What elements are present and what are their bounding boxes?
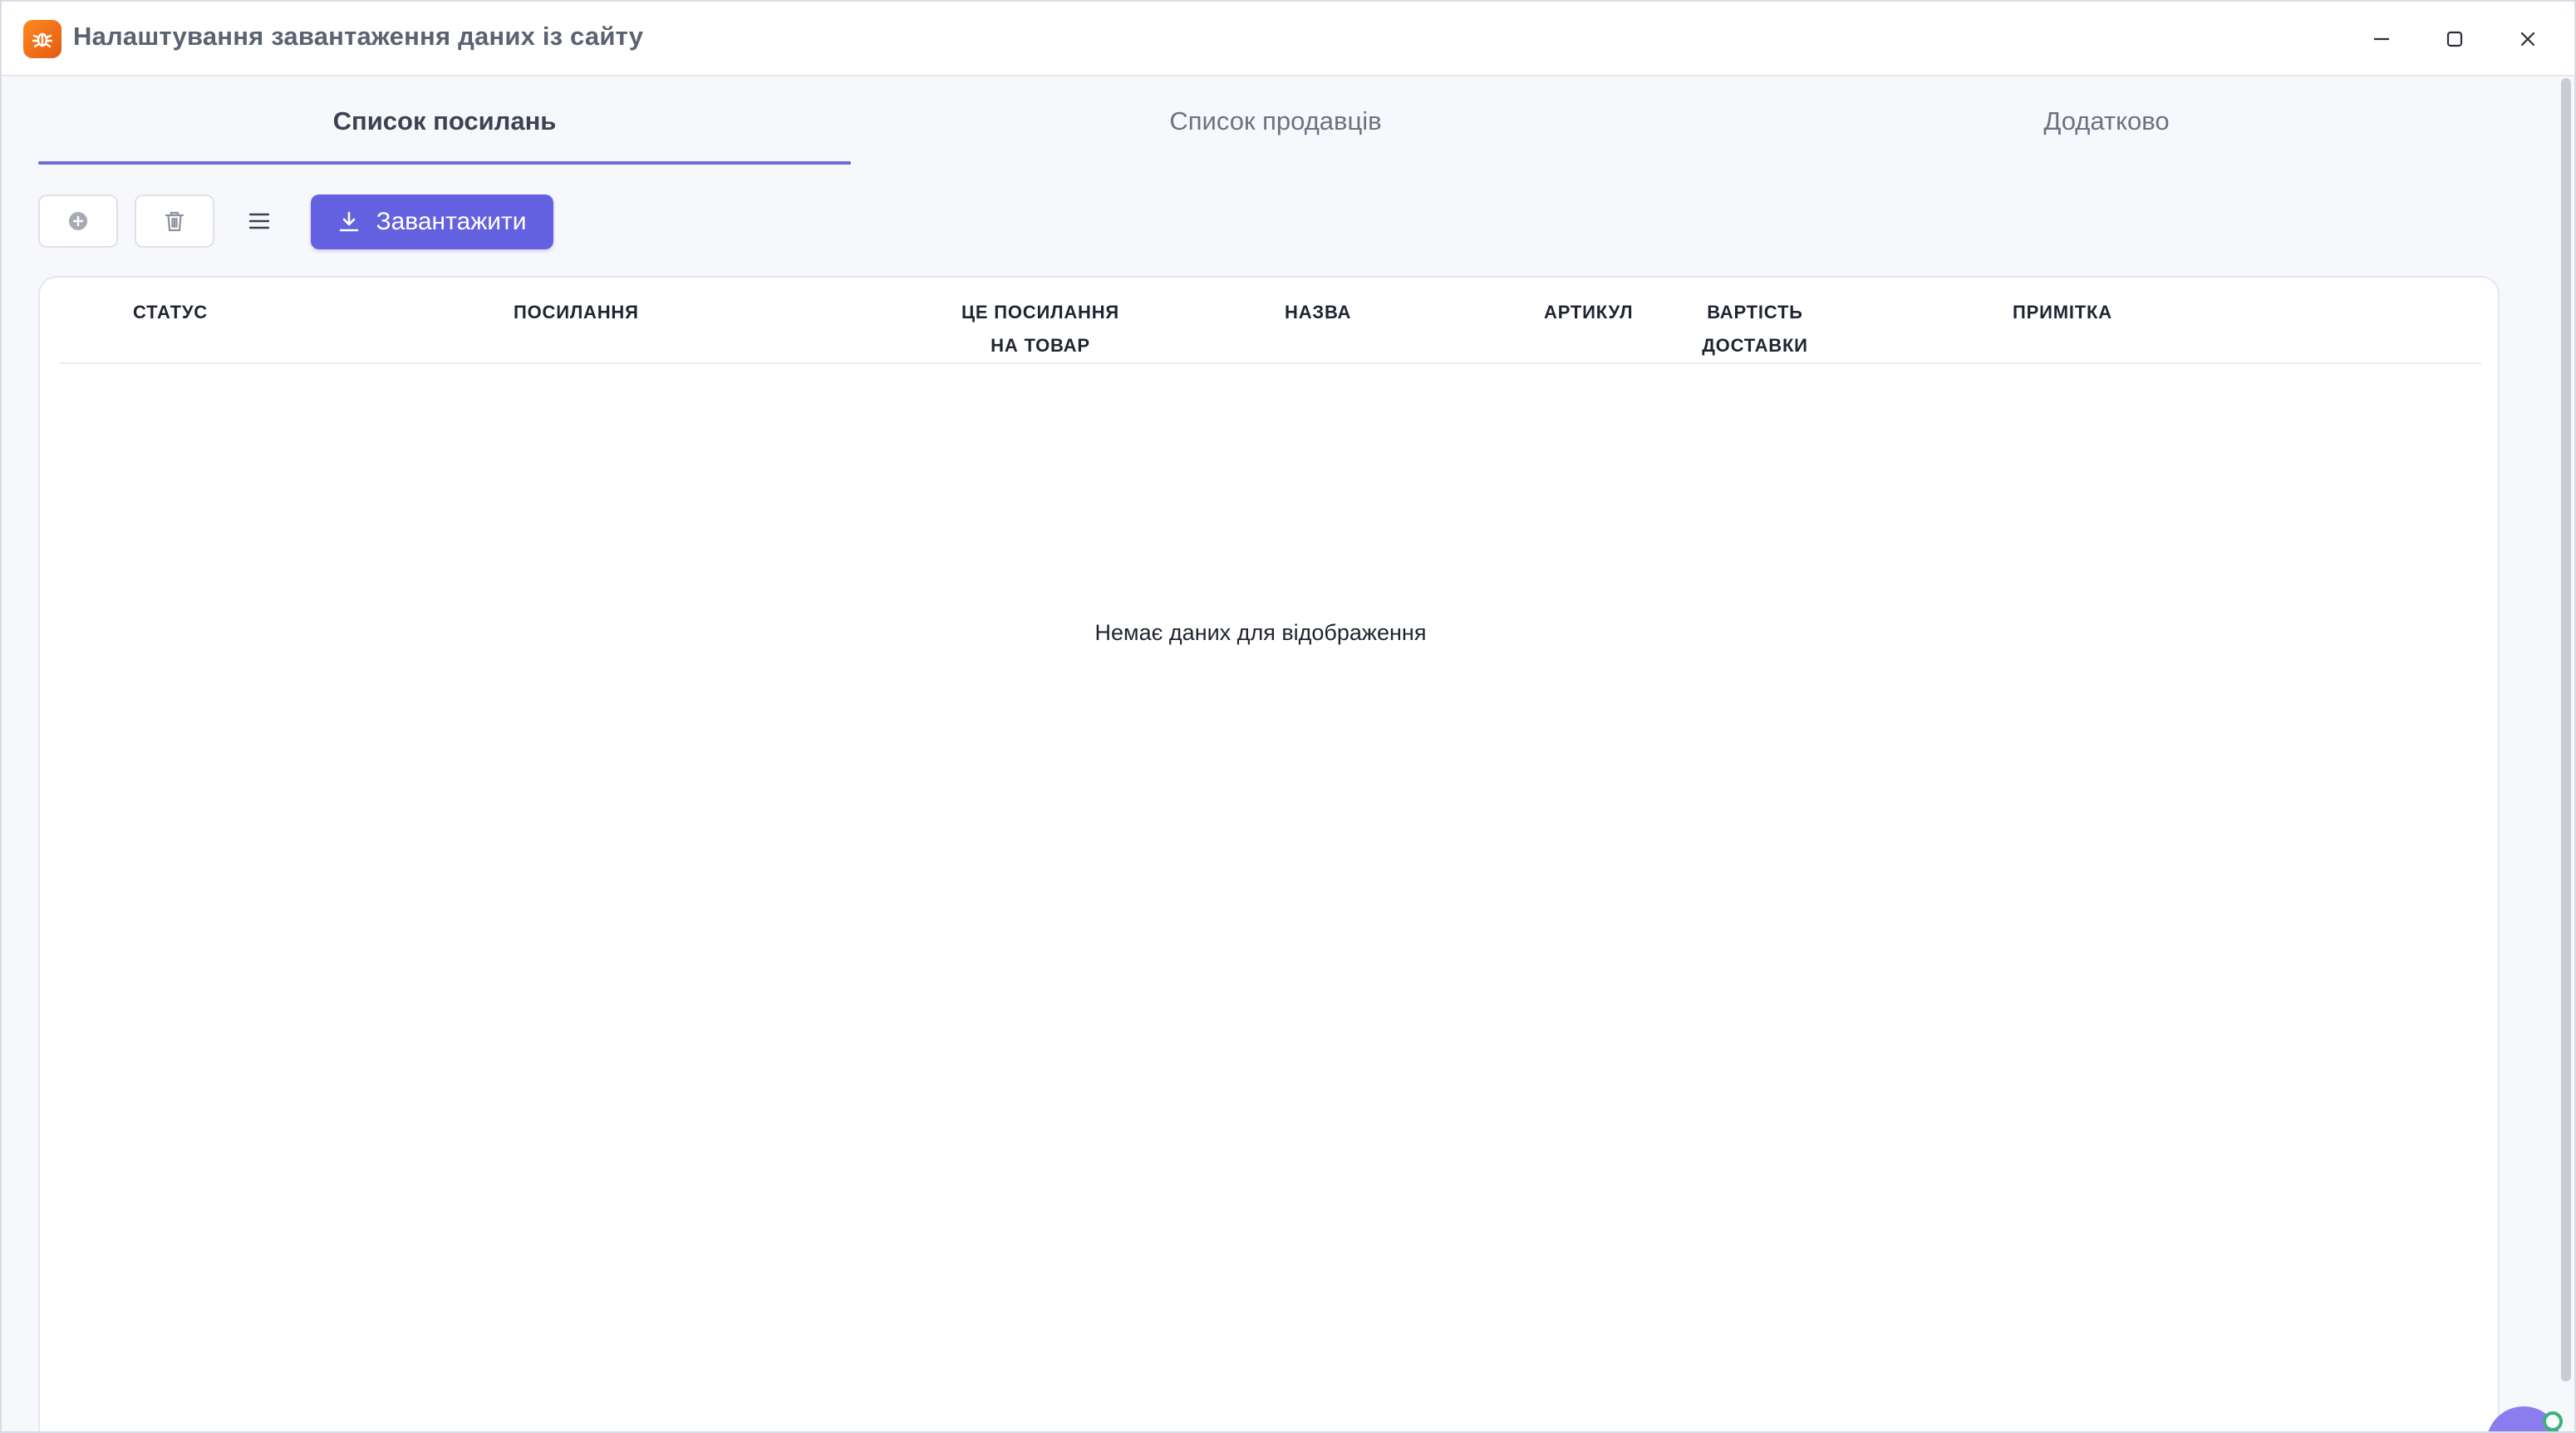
maximize-icon bbox=[2446, 31, 2463, 47]
parser-app-icon bbox=[23, 20, 61, 58]
column-header-article[interactable]: Артикул bbox=[1544, 296, 1633, 329]
column-header-name[interactable]: Назва bbox=[1285, 296, 1351, 329]
download-button[interactable]: Завантажити bbox=[311, 195, 553, 249]
download-button-label: Завантажити bbox=[376, 208, 527, 235]
plus-circle-icon bbox=[69, 212, 87, 230]
column-header-link[interactable]: Посилання bbox=[514, 296, 639, 329]
window-title: Налаштування завантаження даних із сайту bbox=[73, 22, 644, 51]
app-window: Налаштування завантаження даних із сайту… bbox=[0, 0, 2576, 1433]
links-grid: Статус Посилання Це посилання на товар Н… bbox=[38, 276, 2500, 1431]
minimize-button[interactable] bbox=[2358, 18, 2405, 60]
tab-bar: Список посилань Список продавців Додатко… bbox=[38, 76, 2528, 166]
hamburger-menu-icon bbox=[248, 213, 270, 229]
empty-grid-message: Немає даних для відображення bbox=[1094, 620, 1427, 645]
active-tab-indicator bbox=[38, 161, 851, 165]
tab-links-list[interactable]: Список посилань bbox=[38, 76, 851, 166]
tab-sellers-list[interactable]: Список продавців bbox=[869, 76, 1682, 166]
title-bar[interactable]: Налаштування завантаження даних із сайту bbox=[2, 2, 2574, 76]
close-button[interactable] bbox=[2505, 18, 2551, 60]
column-header-is-product-link[interactable]: Це посилання на товар bbox=[941, 296, 1140, 362]
columns-menu-button[interactable] bbox=[239, 201, 279, 241]
vertical-scrollbar[interactable] bbox=[2561, 78, 2571, 1381]
add-button[interactable] bbox=[38, 195, 118, 248]
online-status-dot bbox=[2543, 1411, 2563, 1431]
trash-icon bbox=[165, 211, 184, 232]
column-header-delivery-cost[interactable]: Вартість доставки bbox=[1672, 296, 1838, 362]
download-icon bbox=[340, 211, 359, 232]
maximize-button[interactable] bbox=[2431, 18, 2478, 60]
grid-header: Статус Посилання Це посилання на товар Н… bbox=[60, 278, 2481, 364]
tab-additional[interactable]: Додатково bbox=[1700, 76, 2513, 166]
minimize-icon bbox=[2374, 37, 2389, 41]
column-header-status[interactable]: Статус bbox=[133, 296, 208, 329]
delete-button[interactable] bbox=[135, 195, 214, 248]
close-icon bbox=[2520, 32, 2535, 47]
column-header-note[interactable]: Примітка bbox=[2013, 296, 2112, 329]
